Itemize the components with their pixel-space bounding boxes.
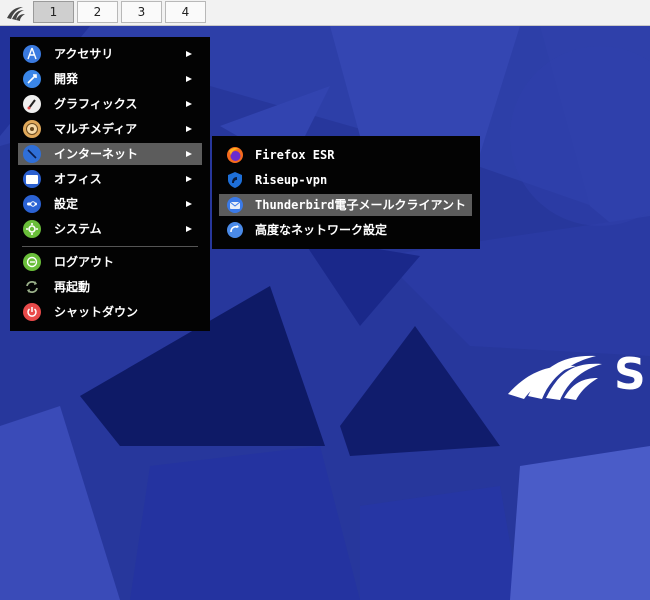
settings-icon: [23, 195, 41, 213]
menu-item-settings[interactable]: 設定: [18, 193, 202, 215]
accessories-icon: [23, 45, 41, 63]
riseup-vpn-icon: [226, 171, 244, 189]
application-menu: アクセサリ 開発 グラフィックス マルチメディア インターネット オフィス 設定…: [10, 37, 210, 331]
submenu-item-thunderbird[interactable]: Thunderbird電子メールクライアント: [219, 194, 472, 216]
multimedia-icon: [23, 120, 41, 138]
desktop-logo: S: [506, 344, 650, 404]
workspace-1-button[interactable]: 1: [33, 1, 74, 23]
workspace-4-button[interactable]: 4: [165, 1, 206, 23]
menu-item-logout[interactable]: ログアウト: [18, 251, 202, 273]
submenu-arrow-icon: [186, 151, 192, 157]
desktop-logo-text: S: [614, 349, 646, 400]
system-icon: [23, 220, 41, 238]
menu-item-system[interactable]: システム: [18, 218, 202, 240]
menu-item-internet[interactable]: インターネット: [18, 143, 202, 165]
submenu-item-network-settings[interactable]: 高度なネットワーク設定: [219, 219, 472, 241]
submenu-arrow-icon: [186, 226, 192, 232]
menu-item-graphics[interactable]: グラフィックス: [18, 93, 202, 115]
submenu-arrow-icon: [186, 76, 192, 82]
office-icon: [23, 170, 41, 188]
submenu-arrow-icon: [186, 101, 192, 107]
menu-item-shutdown[interactable]: シャットダウン: [18, 301, 202, 323]
internet-icon: [23, 145, 41, 163]
development-icon: [23, 70, 41, 88]
top-panel: 1 2 3 4: [0, 0, 650, 26]
graphics-icon: [23, 95, 41, 113]
menu-item-accessories[interactable]: アクセサリ: [18, 43, 202, 65]
menu-separator: [22, 246, 198, 247]
firefox-icon: [226, 146, 244, 164]
submenu-arrow-icon: [186, 201, 192, 207]
submenu-item-firefox[interactable]: Firefox ESR: [219, 144, 472, 166]
app-menu-icon[interactable]: [6, 4, 26, 22]
submenu-arrow-icon: [186, 51, 192, 57]
internet-submenu: Firefox ESR Riseup-vpn Thunderbird電子メールク…: [212, 136, 480, 249]
logout-icon: [23, 253, 41, 271]
menu-item-multimedia[interactable]: マルチメディア: [18, 118, 202, 140]
network-settings-icon: [226, 221, 244, 239]
workspace-2-button[interactable]: 2: [77, 1, 118, 23]
restart-icon: [23, 278, 41, 296]
submenu-arrow-icon: [186, 126, 192, 132]
menu-item-development[interactable]: 開発: [18, 68, 202, 90]
workspace-3-button[interactable]: 3: [121, 1, 162, 23]
menu-item-office[interactable]: オフィス: [18, 168, 202, 190]
shutdown-icon: [23, 303, 41, 321]
submenu-item-riseup-vpn[interactable]: Riseup-vpn: [219, 169, 472, 191]
menu-item-restart[interactable]: 再起動: [18, 276, 202, 298]
thunderbird-icon: [226, 196, 244, 214]
submenu-arrow-icon: [186, 176, 192, 182]
